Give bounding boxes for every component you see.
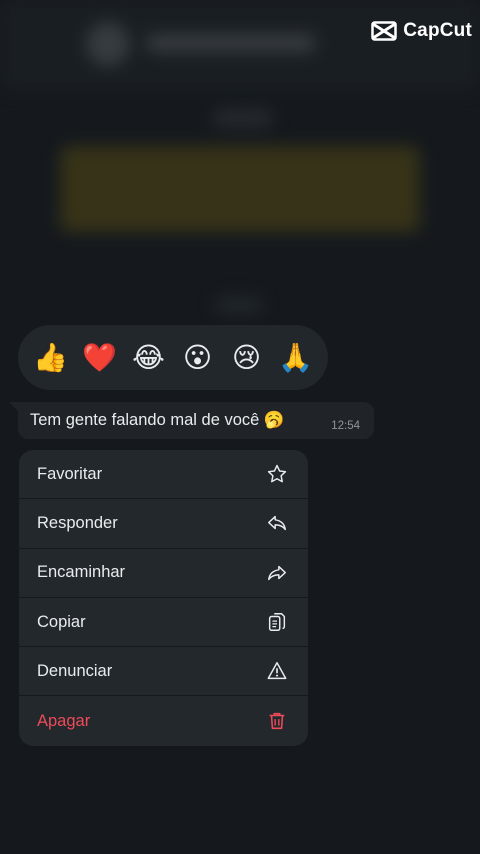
forward-icon xyxy=(266,562,288,584)
message-text: Tem gente falando mal de você 🥱 xyxy=(30,411,285,429)
open-mouth-icon[interactable]: 😮 xyxy=(178,343,218,372)
menu-item-encaminhar[interactable]: Encaminhar xyxy=(19,549,308,598)
star-icon xyxy=(266,463,288,485)
chip-blurred xyxy=(214,296,264,314)
message-context-menu: Favoritar Responder Encaminhar Copiar De… xyxy=(19,450,308,746)
contact-name-blurred xyxy=(146,34,316,52)
trash-icon xyxy=(266,710,288,732)
tears-of-joy-icon[interactable]: 😂 xyxy=(129,343,169,372)
avatar xyxy=(86,22,130,66)
watermark-text: CapCut xyxy=(403,20,472,41)
menu-item-label: Denunciar xyxy=(37,661,113,680)
menu-item-favoritar[interactable]: Favoritar xyxy=(19,450,308,500)
crying-face-icon[interactable]: 😢 xyxy=(227,343,267,372)
menu-item-apagar[interactable]: Apagar xyxy=(19,696,308,745)
system-notice-blurred xyxy=(60,146,420,232)
menu-item-copiar[interactable]: Copiar xyxy=(19,598,308,648)
message-bubble[interactable]: Tem gente falando mal de você 🥱 12:54 xyxy=(9,402,374,439)
menu-item-label: Encaminhar xyxy=(37,563,126,582)
message-time: 12:54 xyxy=(331,420,360,432)
copy-icon xyxy=(266,611,288,633)
menu-item-responder[interactable]: Responder xyxy=(19,499,308,549)
menu-item-label: Responder xyxy=(37,513,118,532)
menu-item-label: Copiar xyxy=(37,612,86,631)
reply-icon xyxy=(266,512,288,534)
reaction-bar: 👍 ❤️ 😂 😮 😢 🙏 xyxy=(18,325,328,390)
red-heart-icon[interactable]: ❤️ xyxy=(80,343,120,372)
menu-item-denunciar[interactable]: Denunciar xyxy=(19,647,308,697)
menu-item-label: Apagar xyxy=(37,711,91,730)
capcut-logo-icon xyxy=(371,21,397,41)
capcut-watermark: CapCut xyxy=(371,20,472,42)
warning-icon xyxy=(266,660,288,682)
thumbs-up-icon[interactable]: 👍 xyxy=(31,343,71,372)
folded-hands-icon[interactable]: 🙏 xyxy=(276,343,316,372)
date-chip-blurred xyxy=(212,108,274,128)
menu-item-label: Favoritar xyxy=(37,464,103,483)
